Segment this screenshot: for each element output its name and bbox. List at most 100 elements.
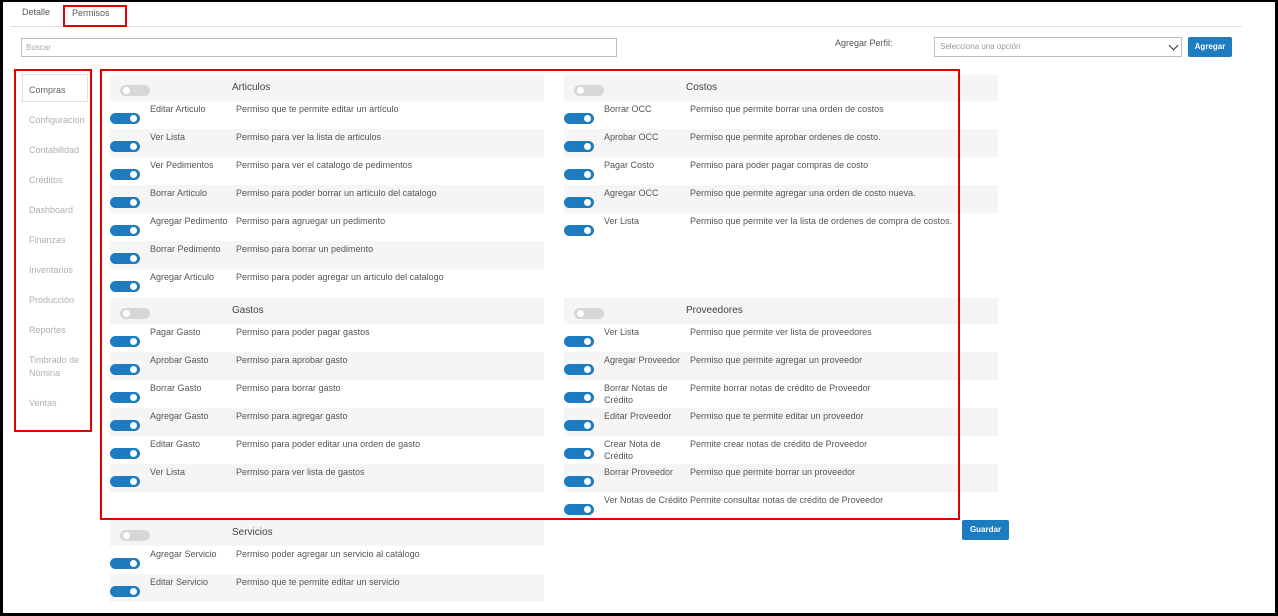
permission-toggle[interactable] [110, 476, 140, 487]
permission-row: Ver Lista Permiso que permite ver la list… [564, 213, 998, 241]
permission-toggle[interactable] [110, 448, 140, 459]
permission-toggle[interactable] [110, 169, 140, 180]
toggle-knob [130, 227, 137, 234]
tab-permisos[interactable]: Permisos [63, 5, 127, 27]
section-toggle[interactable] [574, 308, 604, 319]
permission-name: Borrar Pedimento [150, 244, 221, 254]
permission-name: Ver Lista [150, 467, 186, 477]
toggle-knob [577, 87, 584, 94]
permission-name: Agregar Proveedor [604, 355, 681, 365]
permission-description: Permiso para ver el catalogo de pediment… [236, 160, 413, 170]
profile-select-value: Selecciona una opción [940, 42, 1021, 51]
permission-toggle[interactable] [110, 558, 140, 569]
permission-description: Permiso para borrar un pedimento [236, 244, 374, 254]
permission-toggle[interactable] [564, 169, 594, 180]
permission-toggle[interactable] [564, 197, 594, 208]
permission-toggle[interactable] [110, 113, 140, 124]
permission-description: Permite consultar notas de crédito de Pr… [690, 495, 884, 505]
toggle-knob [130, 171, 137, 178]
section-toggle[interactable] [574, 85, 604, 96]
permission-row: Editar Servicio Permiso que te permite ed… [110, 574, 544, 602]
permission-toggle[interactable] [110, 392, 140, 403]
permission-name: Ver Lista [604, 327, 640, 337]
profile-select[interactable]: Selecciona una opción [934, 37, 1182, 57]
permission-row: Agregar Articulo Permiso para poder agreg… [110, 269, 544, 297]
search-input[interactable]: Buscar [21, 38, 617, 57]
permission-description: Permiso poder agregar un servicio al cat… [236, 549, 420, 559]
permission-toggle[interactable] [110, 141, 140, 152]
permission-toggle[interactable] [110, 253, 140, 264]
nav-item[interactable]: Créditos [29, 174, 89, 187]
chevron-down-icon [1168, 40, 1179, 51]
section-header: Proveedores [564, 298, 998, 324]
permission-name: Editar Servicio [150, 577, 209, 587]
toggle-knob [130, 199, 137, 206]
permission-toggle[interactable] [564, 504, 594, 515]
permission-toggle[interactable] [564, 420, 594, 431]
toggle-knob [130, 588, 137, 595]
permission-toggle[interactable] [564, 113, 594, 124]
permission-description: Permiso que permite agregar un proveedor [690, 355, 863, 365]
permission-name: Editar Proveedor [604, 411, 672, 421]
section-title: Servicios [232, 527, 273, 538]
save-button[interactable]: Guardar [962, 520, 1009, 540]
permission-name: Borrar Gasto [150, 383, 202, 393]
section-toggle[interactable] [120, 85, 150, 96]
permission-toggle[interactable] [564, 364, 594, 375]
nav-item[interactable]: Compras [29, 84, 89, 97]
permission-name: Agregar Pedimento [150, 216, 228, 226]
add-profile-label: Agregar Perfil: [835, 38, 893, 48]
nav-item[interactable]: Dashboard [29, 204, 89, 217]
tab-detalle[interactable]: Detalle [22, 7, 50, 17]
nav-item[interactable]: Timbrado de Nómina [29, 354, 89, 380]
toggle-knob [130, 478, 137, 485]
permission-toggle[interactable] [564, 225, 594, 236]
nav-item[interactable]: Reportes [29, 324, 89, 337]
toggle-knob [130, 366, 137, 373]
permission-section: Costos Borrar OCC Permiso que permite borr… [564, 75, 998, 241]
permission-name: Editar Articulo [150, 104, 206, 114]
permission-description: Permiso que permite borrar una orden de … [690, 104, 884, 114]
permission-toggle[interactable] [110, 586, 140, 597]
permission-toggle[interactable] [564, 476, 594, 487]
section-toggle[interactable] [120, 308, 150, 319]
permission-section: Servicios Agregar Servicio Permiso poder a… [110, 520, 544, 602]
permission-row: Borrar Gasto Permiso para borrar gasto [110, 380, 544, 408]
permission-toggle[interactable] [110, 197, 140, 208]
toggle-knob [584, 506, 591, 513]
nav-item[interactable]: Ventas [29, 397, 89, 410]
section-toggle[interactable] [120, 530, 150, 541]
permission-description: Permiso que te permite editar un proveed… [690, 411, 864, 421]
permission-description: Permiso para agregar gasto [236, 411, 348, 421]
add-profile-button[interactable]: Agregar [1188, 37, 1232, 57]
nav-item[interactable]: Inventarios [29, 264, 89, 277]
permission-toggle[interactable] [564, 392, 594, 403]
nav-item[interactable]: Configuracion [29, 114, 89, 127]
permission-name: Ver Lista [604, 216, 640, 226]
permission-description: Permiso que permite ver la lista de orde… [690, 216, 953, 226]
section-header: Costos [564, 75, 998, 101]
permission-row: Borrar Pedimento Permiso para borrar un p… [110, 241, 544, 269]
permission-toggle[interactable] [110, 336, 140, 347]
toggle-knob [123, 532, 130, 539]
nav-item[interactable]: Producción [29, 294, 89, 307]
permission-row: Pagar Costo Permiso para poder pagar comp… [564, 157, 998, 185]
permission-row: Agregar Servicio Permiso poder agregar un… [110, 546, 544, 574]
permission-toggle[interactable] [564, 336, 594, 347]
permission-toggle[interactable] [110, 364, 140, 375]
permission-toggle[interactable] [564, 448, 594, 459]
permission-toggle[interactable] [110, 281, 140, 292]
toggle-knob [584, 227, 591, 234]
toggle-knob [584, 366, 591, 373]
nav-item[interactable]: Finanzas [29, 234, 89, 247]
toggle-knob [130, 394, 137, 401]
permission-toggle[interactable] [564, 141, 594, 152]
toggle-knob [130, 143, 137, 150]
permission-toggle[interactable] [110, 420, 140, 431]
permission-name: Pagar Gasto [150, 327, 201, 337]
permission-row: Ver Pedimentos Permiso para ver el catalo… [110, 157, 544, 185]
permission-toggle[interactable] [110, 225, 140, 236]
nav-item[interactable]: Contabilidad [29, 144, 89, 157]
toggle-knob [584, 171, 591, 178]
section-title: Articulos [232, 82, 271, 93]
